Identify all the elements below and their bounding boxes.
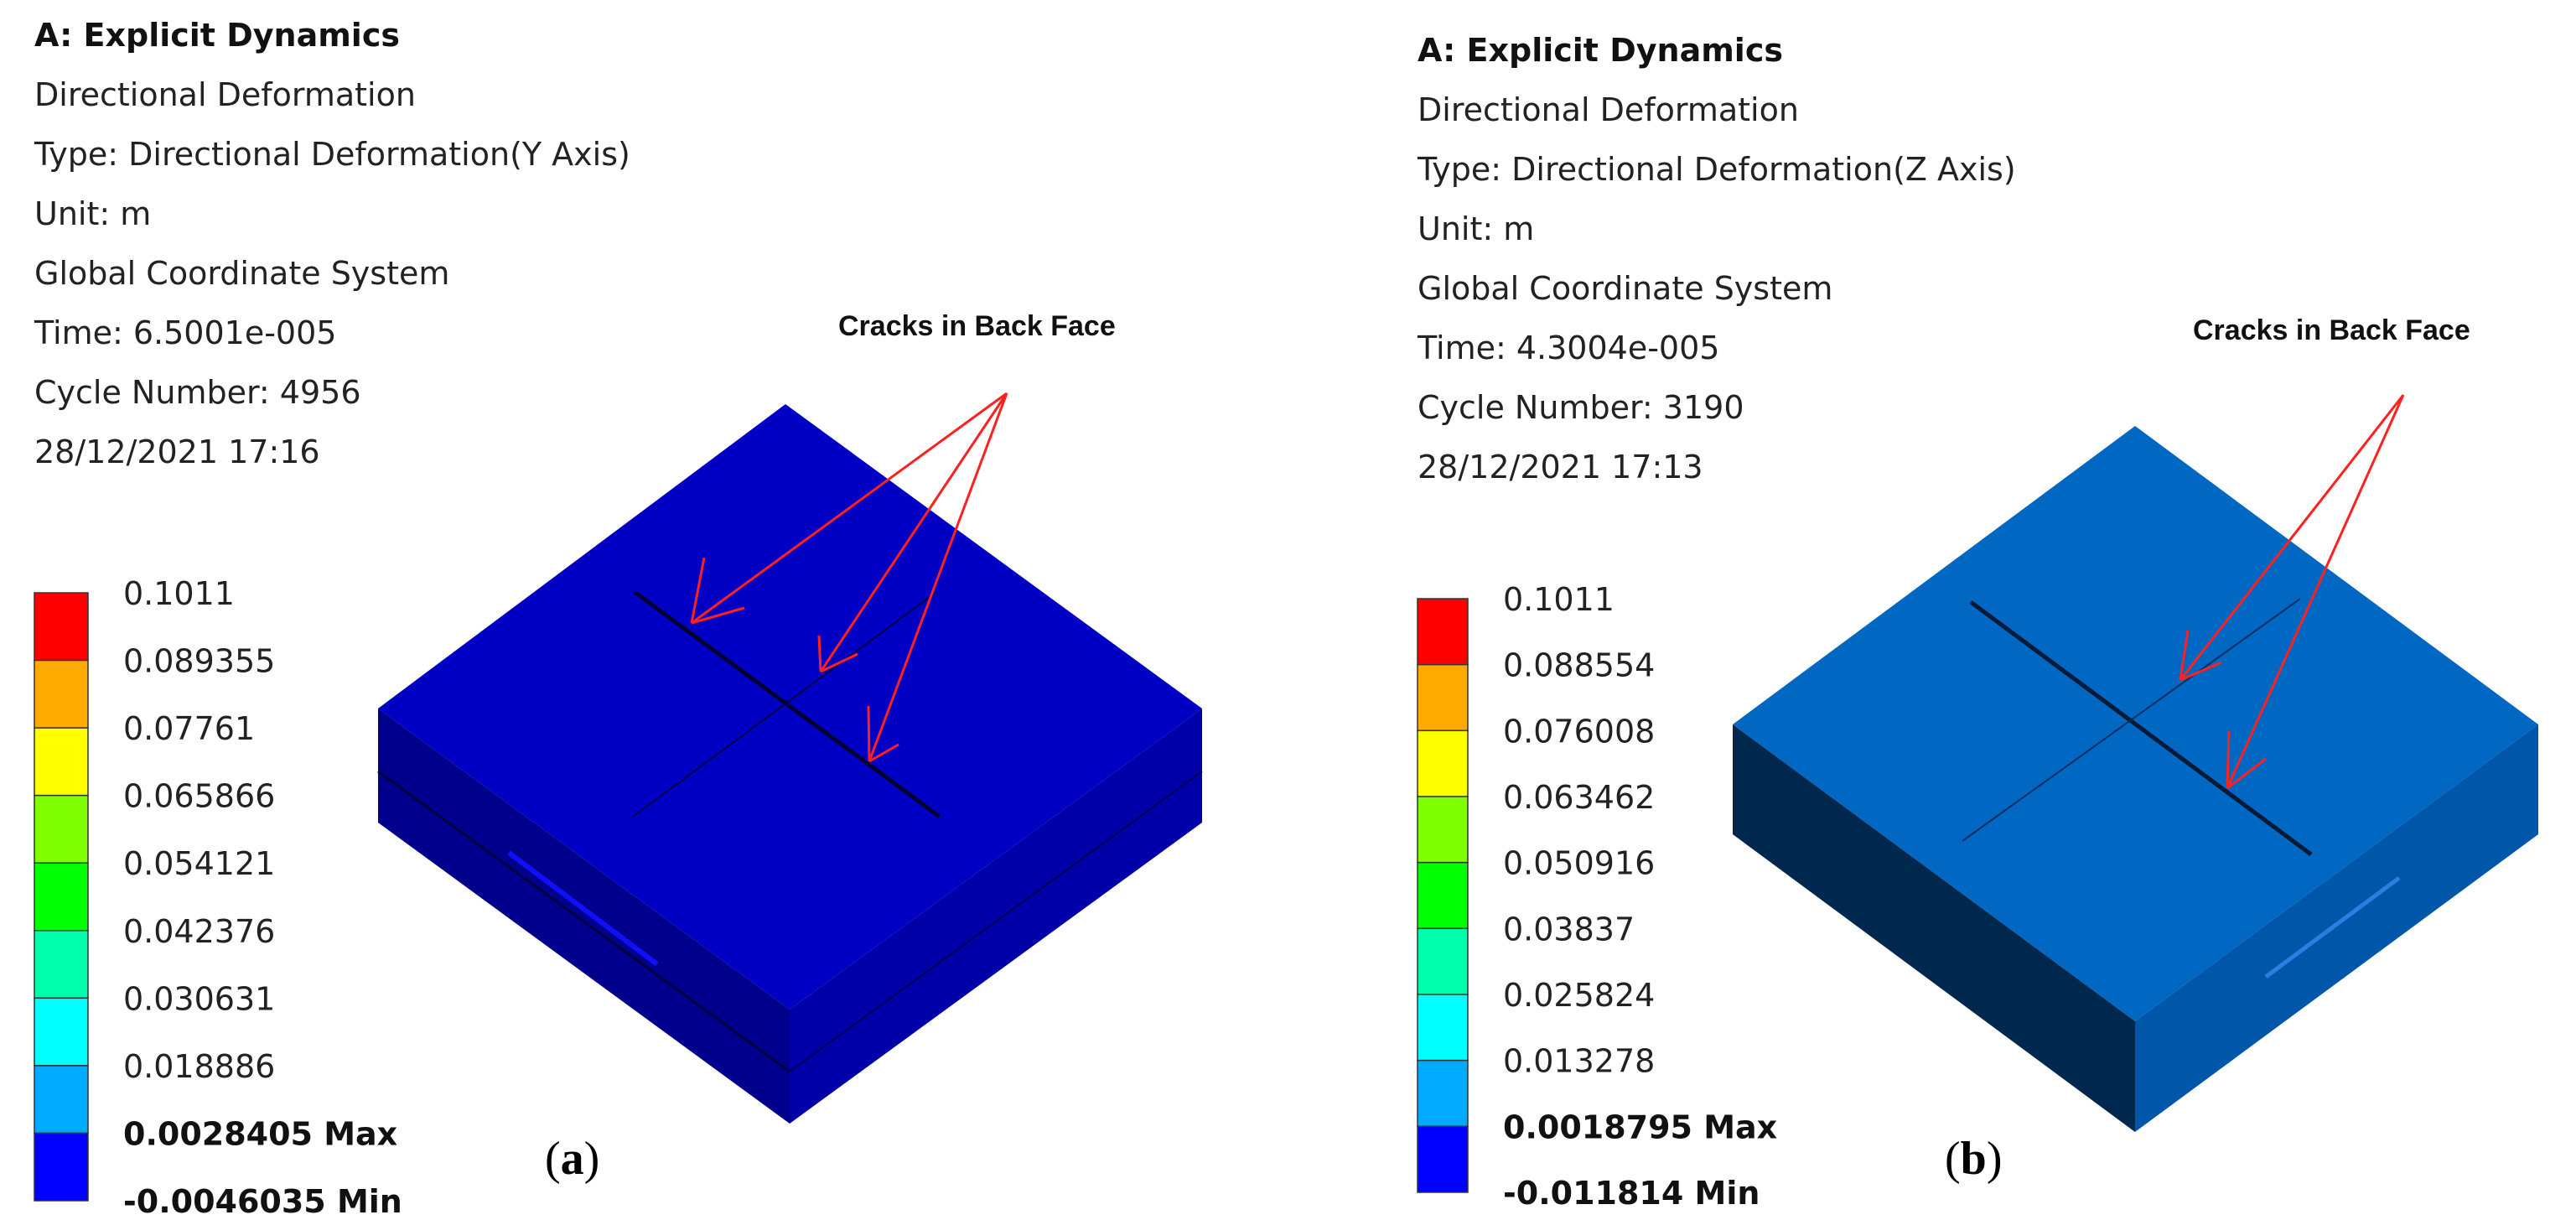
- legend-color-band: [1417, 1059, 1469, 1128]
- legend-value: 0.013278: [1503, 1043, 1655, 1080]
- info-line: Cycle Number: 4956: [34, 374, 361, 411]
- legend-color-band: [34, 930, 89, 999]
- legend-value: 0.018886: [123, 1048, 275, 1085]
- panel-b: A: Explicit Dynamics Directional Deforma…: [1417, 32, 2538, 1212]
- legend-color-band: [1417, 729, 1469, 797]
- legend-min: -0.0046035 Min: [123, 1183, 402, 1220]
- legend-color-band: [34, 794, 89, 864]
- legend-color-band: [1417, 994, 1469, 1062]
- legend-value: 0.088554: [1503, 647, 1655, 684]
- panel-b-info: Directional Deformation Type: Directional…: [1417, 91, 2016, 485]
- legend-value: 0.065866: [123, 778, 275, 815]
- panel-a-info: Directional Deformation Type: Directional…: [34, 76, 630, 470]
- legend-min: -0.011814 Min: [1503, 1175, 1760, 1212]
- info-line: Directional Deformation: [1418, 91, 1799, 128]
- legend-value: 0.07761: [123, 710, 255, 747]
- panel-a: A: Explicit Dynamics Directional Deforma…: [34, 17, 1203, 1220]
- legend-value: 0.030631: [123, 980, 275, 1017]
- legend-value: 0.1011: [123, 575, 235, 612]
- info-line: Unit: m: [1418, 210, 1534, 247]
- panel-b-block: [1733, 426, 2538, 1132]
- legend-color-band: [1417, 598, 1469, 666]
- caption-b: (b): [1945, 1133, 2002, 1185]
- panel-a-title: A: Explicit Dynamics: [34, 17, 400, 54]
- legend-max: 0.0018795 Max: [1503, 1108, 1777, 1145]
- figure: A: Explicit Dynamics Directional Deforma…: [34, 17, 2538, 1220]
- info-line: Time: 6.5001e-005: [34, 314, 336, 351]
- panel-b-title: A: Explicit Dynamics: [1418, 32, 1783, 69]
- legend-color-band: [1417, 796, 1469, 864]
- info-line: Global Coordinate System: [1418, 270, 1832, 307]
- legend-value: 0.076008: [1503, 713, 1655, 750]
- legend-color-band: [34, 1065, 89, 1134]
- info-line: Directional Deformation: [34, 76, 416, 113]
- annotation-cracks: Cracks in Back Face: [838, 310, 1116, 342]
- info-line: Global Coordinate System: [34, 255, 449, 292]
- legend-color-band: [1417, 1125, 1469, 1193]
- legend-color-band: [34, 997, 89, 1067]
- legend-value: 0.025824: [1503, 977, 1655, 1014]
- info-line: Cycle Number: 3190: [1418, 389, 1744, 426]
- annotation-cracks: Cracks in Back Face: [2193, 314, 2470, 346]
- legend-color-band: [1417, 663, 1469, 732]
- legend-value: 0.089355: [123, 643, 275, 680]
- legend-value: 0.042376: [123, 913, 275, 950]
- legend-max: 0.0028405 Max: [123, 1115, 397, 1152]
- legend-color-band: [34, 592, 89, 662]
- info-line: Type: Directional Deformation(Y Axis): [34, 136, 630, 173]
- info-line: 28/12/2021 17:16: [34, 433, 320, 470]
- panel-b-legend: 0.1011 0.088554 0.076008 0.063462 0.050916 0.…: [1417, 581, 1777, 1212]
- legend-color-band: [34, 659, 89, 729]
- legend-color-band: [34, 862, 89, 932]
- info-line: Time: 4.3004e-005: [1417, 330, 1719, 366]
- legend-color-band: [34, 1132, 89, 1202]
- legend-color-band: [1417, 861, 1469, 930]
- legend-value: 0.1011: [1503, 581, 1615, 618]
- legend-color-band: [1417, 927, 1469, 995]
- panel-a-legend: 0.1011 0.089355 0.07761 0.065866 0.054121 0.0…: [34, 575, 402, 1220]
- legend-color-band: [34, 727, 89, 797]
- legend-value: 0.054121: [123, 845, 275, 882]
- caption-a: (a): [545, 1133, 599, 1185]
- info-line: Unit: m: [34, 195, 151, 232]
- info-line: Type: Directional Deformation(Z Axis): [1417, 151, 2016, 188]
- legend-value: 0.03837: [1503, 911, 1635, 947]
- legend-value: 0.050916: [1503, 845, 1655, 882]
- panel-a-block: [377, 404, 1203, 1124]
- legend-value: 0.063462: [1503, 779, 1655, 816]
- info-line: 28/12/2021 17:13: [1418, 449, 1703, 485]
